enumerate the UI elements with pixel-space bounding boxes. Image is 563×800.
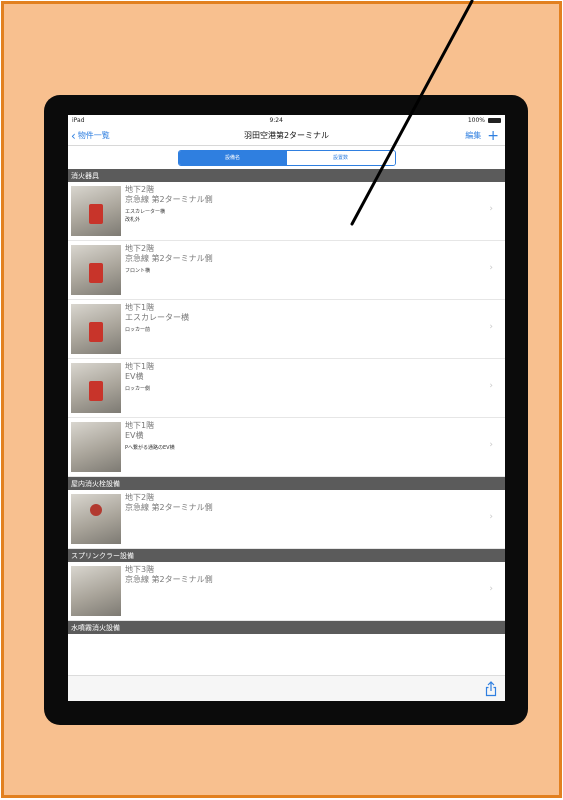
annotation-arrow — [350, 0, 474, 226]
